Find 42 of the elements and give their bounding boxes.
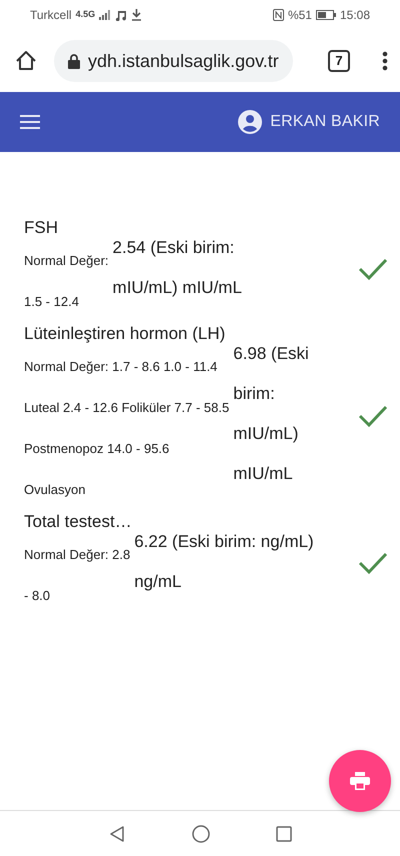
user-avatar-icon[interactable] (238, 110, 262, 134)
result-value: mIU/mL) mIU/mL (112, 277, 242, 299)
test-name: Lüteinleştiren hormon (LH) (24, 323, 226, 345)
network-type-label: 4.5G (76, 8, 96, 22)
result-value: ng/mL (134, 571, 182, 593)
normal-range-text: Normal Değer: 2.8 (24, 546, 130, 564)
lock-icon (68, 54, 80, 68)
user-name[interactable]: ERKAN BAKIR (270, 110, 380, 134)
status-time: 15:08 (340, 7, 370, 24)
normal-range-text: Normal Değer: (24, 252, 109, 270)
recent-apps-icon[interactable] (276, 826, 292, 842)
more-options-icon[interactable] (382, 51, 388, 71)
address-bar[interactable]: ydh.istanbulsaglik.gov.tr (54, 40, 293, 82)
print-icon (350, 772, 370, 790)
back-icon[interactable] (108, 824, 126, 842)
normal-range-text: - 8.0 (24, 587, 52, 605)
test-name: Total testest… (24, 511, 133, 533)
menu-icon[interactable] (20, 115, 40, 129)
signal-icon (99, 10, 112, 20)
url-text: ydh.istanbulsaglik.gov.tr (88, 50, 279, 73)
result-value: 2.54 (Eski birim: (112, 237, 236, 259)
tab-count-button[interactable]: 7 (328, 50, 350, 72)
normal-range-text: 1.5 - 12.4 (24, 293, 80, 311)
music-note-icon (115, 9, 128, 21)
result-value: 6.98 (Eski (233, 343, 309, 365)
result-value: birim: (233, 383, 276, 405)
battery-percent: %51 (288, 7, 312, 24)
nfc-icon (272, 9, 284, 21)
normal-range-text: Luteal 2.4 - 12.6 Foliküler 7.7 - 58.5 (24, 399, 230, 417)
home-circle-icon[interactable] (192, 824, 210, 842)
carrier-name: Turkcell (30, 7, 72, 24)
normal-range-text: Postmenopoz 14.0 - 95.6 (24, 440, 170, 458)
normal-range-text: Ovulasyon (24, 481, 86, 499)
normal-range-text: Normal Değer: 1.7 - 8.6 1.0 - 11.4 (24, 358, 218, 376)
result-value: 6.22 (Eski birim: ng/mL) (134, 531, 314, 553)
result-value: mIU/mL (233, 463, 294, 485)
print-button[interactable] (329, 750, 391, 812)
battery-icon (316, 10, 336, 20)
test-name: FSH (24, 217, 59, 239)
download-icon (131, 9, 142, 21)
home-icon[interactable] (14, 49, 38, 73)
result-value: mIU/mL) (233, 423, 300, 445)
